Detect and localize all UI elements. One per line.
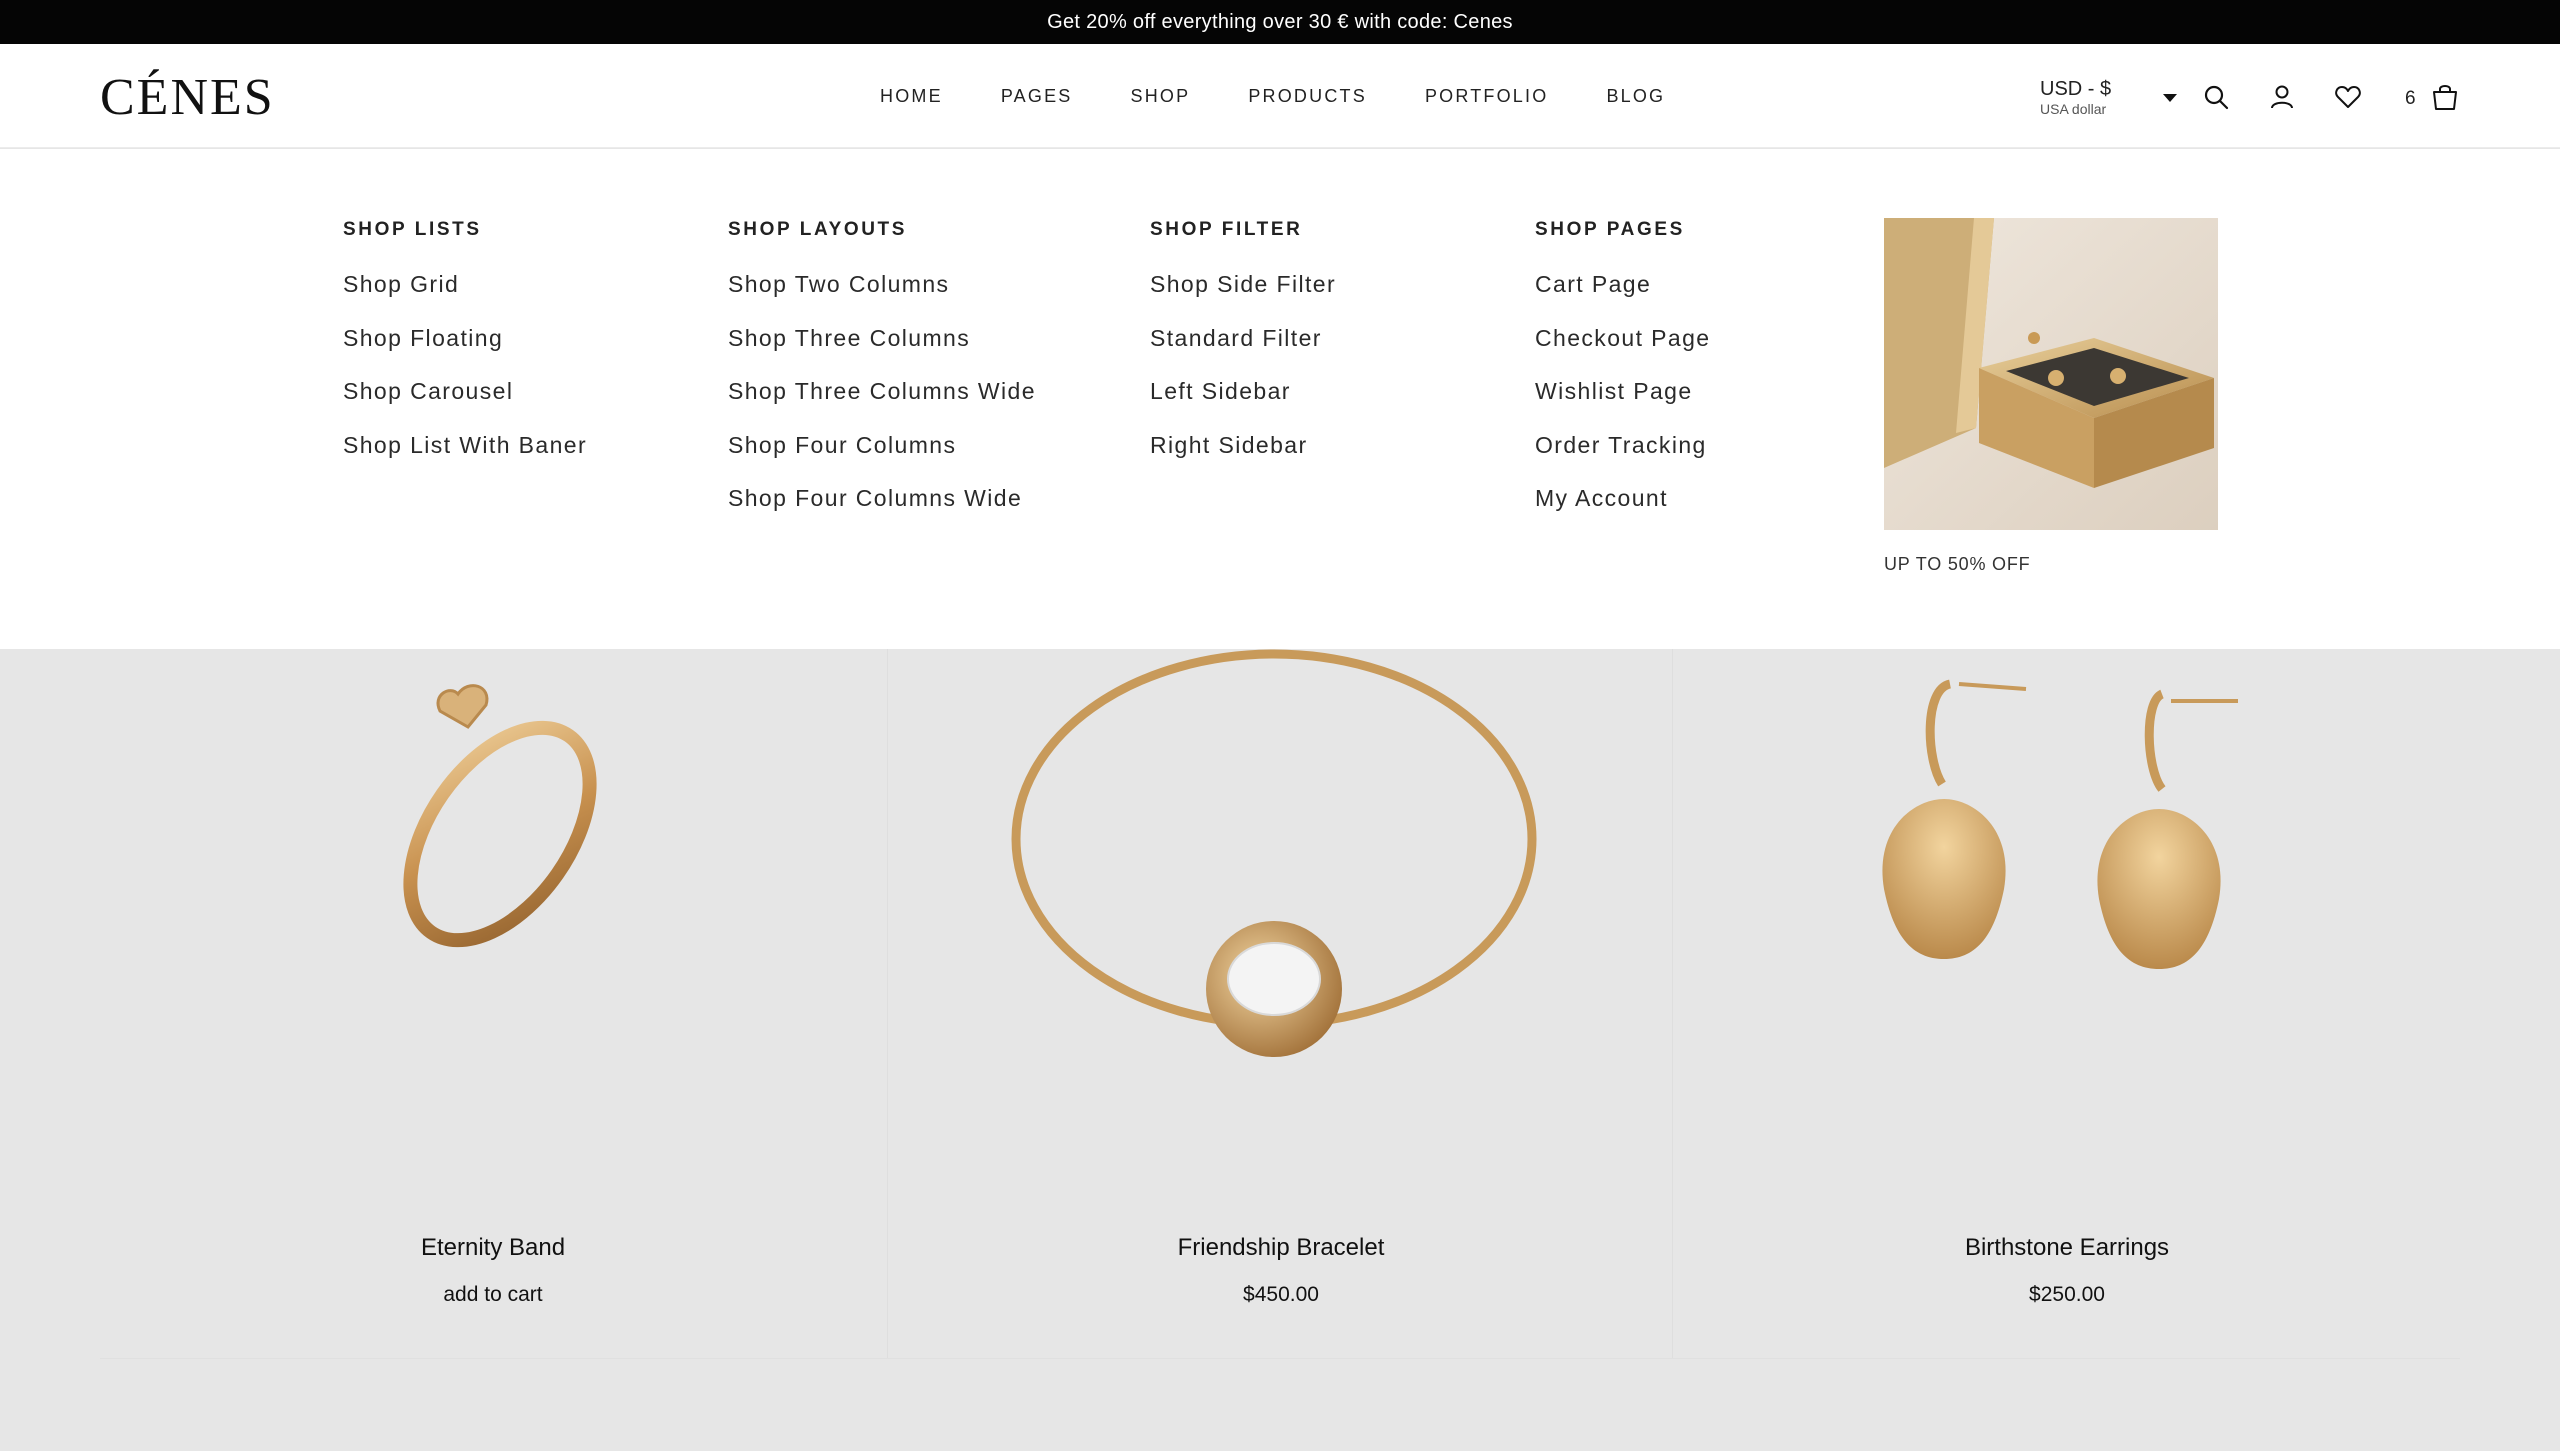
- menu-column-shop-filter: SHOP FILTER Shop Side Filter Standard Fi…: [1150, 219, 1336, 485]
- menu-link-shop-side-filter[interactable]: Shop Side Filter: [1150, 271, 1336, 325]
- product-price: $450.00: [1243, 1283, 1319, 1306]
- menu-column-shop-pages: SHOP PAGES Cart Page Checkout Page Wishl…: [1535, 219, 1710, 539]
- menu-link-shop-three-columns-wide[interactable]: Shop Three Columns Wide: [728, 378, 1036, 432]
- nav-home[interactable]: HOME: [880, 86, 943, 107]
- menu-link-shop-carousel[interactable]: Shop Carousel: [343, 378, 587, 432]
- menu-link-shop-three-columns[interactable]: Shop Three Columns: [728, 325, 1036, 379]
- menu-link-standard-filter[interactable]: Standard Filter: [1150, 325, 1336, 379]
- menu-link-wishlist-page[interactable]: Wishlist Page: [1535, 378, 1710, 432]
- menu-column-shop-lists: SHOP LISTS Shop Grid Shop Floating Shop …: [343, 219, 587, 485]
- menu-link-order-tracking[interactable]: Order Tracking: [1535, 432, 1710, 486]
- column-title: SHOP PAGES: [1535, 219, 1685, 240]
- menu-link-shop-four-columns[interactable]: Shop Four Columns: [728, 432, 1036, 486]
- announcement-bar: Get 20% off everything over 30 € with co…: [0, 0, 2560, 44]
- site-logo[interactable]: CÉNES: [100, 72, 275, 124]
- currency-code: USD - $: [2040, 78, 2112, 100]
- site-header: CÉNES HOME PAGES SHOP PRODUCTS PORTFOLIO…: [0, 44, 2560, 148]
- main-nav: HOME PAGES SHOP PRODUCTS PORTFOLIO BLOG: [880, 44, 1665, 148]
- menu-link-right-sidebar[interactable]: Right Sidebar: [1150, 432, 1336, 486]
- search-icon[interactable]: [2201, 82, 2231, 112]
- announcement-text: Get 20% off everything over 30 € with co…: [1047, 10, 1513, 33]
- cart-count: 6: [2405, 88, 2416, 109]
- column-title: SHOP FILTER: [1150, 219, 1303, 240]
- menu-link-shop-floating[interactable]: Shop Floating: [343, 325, 587, 379]
- nav-products[interactable]: PRODUCTS: [1248, 86, 1367, 107]
- menu-link-shop-list-with-baner[interactable]: Shop List With Baner: [343, 432, 587, 486]
- product-image-friendship-bracelet[interactable]: [888, 649, 1674, 1229]
- menu-link-shop-two-columns[interactable]: Shop Two Columns: [728, 271, 1036, 325]
- product-card[interactable]: Friendship Bracelet $450.00: [887, 649, 1673, 1359]
- add-to-cart-link[interactable]: add to cart: [100, 1283, 886, 1307]
- shopping-bag-icon[interactable]: [2430, 82, 2460, 112]
- product-image-birthstone-earrings[interactable]: [1674, 649, 2460, 1229]
- shop-mega-menu: SHOP LISTS Shop Grid Shop Floating Shop …: [0, 149, 2560, 649]
- divider: [100, 1358, 2460, 1359]
- promo-image[interactable]: [1884, 218, 2218, 530]
- nav-portfolio[interactable]: PORTFOLIO: [1425, 86, 1549, 107]
- promo-label: UP TO 50% OFF: [1884, 554, 2031, 574]
- menu-link-my-account[interactable]: My Account: [1535, 485, 1710, 539]
- heart-icon[interactable]: [2333, 82, 2363, 112]
- caret-down-icon: [2163, 94, 2178, 103]
- product-price: $250.00: [2029, 1283, 2105, 1306]
- column-title: SHOP LAYOUTS: [728, 219, 908, 240]
- menu-link-checkout-page[interactable]: Checkout Page: [1535, 325, 1710, 379]
- user-icon[interactable]: [2267, 82, 2297, 112]
- currency-name: USA dollar: [2040, 101, 2107, 117]
- menu-column-shop-layouts: SHOP LAYOUTS Shop Two Columns Shop Three…: [728, 219, 1036, 539]
- product-image-eternity-band[interactable]: [100, 649, 886, 1229]
- nav-shop[interactable]: SHOP: [1131, 86, 1191, 107]
- menu-link-cart-page[interactable]: Cart Page: [1535, 271, 1710, 325]
- currency-selector[interactable]: USD - $ USA dollar: [2040, 78, 2178, 118]
- menu-link-shop-grid[interactable]: Shop Grid: [343, 271, 587, 325]
- nav-blog[interactable]: BLOG: [1606, 86, 1665, 107]
- menu-promo[interactable]: UP TO 50% OFF: [1884, 218, 2218, 575]
- product-name[interactable]: Friendship Bracelet: [888, 1234, 1674, 1262]
- menu-link-left-sidebar[interactable]: Left Sidebar: [1150, 378, 1336, 432]
- menu-link-shop-four-columns-wide[interactable]: Shop Four Columns Wide: [728, 485, 1036, 539]
- product-card[interactable]: Eternity Band add to cart: [100, 649, 886, 1359]
- column-title: SHOP LISTS: [343, 219, 482, 240]
- product-name[interactable]: Birthstone Earrings: [1674, 1234, 2460, 1262]
- product-card[interactable]: Birthstone Earrings $250.00: [1674, 649, 2460, 1359]
- nav-pages[interactable]: PAGES: [1001, 86, 1073, 107]
- product-name[interactable]: Eternity Band: [100, 1234, 886, 1262]
